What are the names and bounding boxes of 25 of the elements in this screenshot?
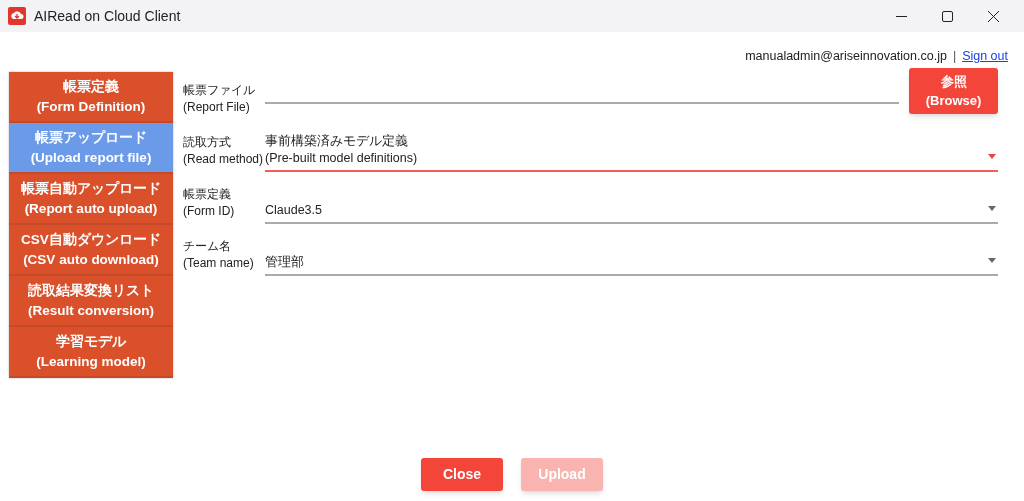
sidebar-item[interactable]: 帳票定義 (Form Definition): [9, 72, 173, 123]
window-title: AIRead on Cloud Client: [34, 6, 181, 26]
field-label: 帳票定義 (Form ID): [183, 186, 236, 220]
sidebar-item[interactable]: 学習モデル (Learning model): [9, 327, 173, 378]
field-label: チーム名 (Team name): [183, 238, 255, 272]
action-button[interactable]: Close: [421, 458, 503, 491]
sidebar-item[interactable]: 帳票アップロード (Upload report file): [9, 123, 173, 174]
caret-icon: [988, 154, 996, 159]
field-label: 読取方式 (Read method): [183, 134, 265, 168]
browse-button[interactable]: 参照 (Browse): [909, 68, 998, 114]
sidebar-item[interactable]: 読取結果変換リスト (Result conversion): [9, 276, 173, 327]
close-icon: [987, 10, 999, 22]
dropdown-field[interactable]: 管理部: [265, 234, 998, 276]
dropdown-field[interactable]: 事前構築済みモデル定義 (Pre-built model definitions): [265, 130, 998, 172]
separator: |: [952, 48, 957, 66]
sidebar-item[interactable]: 帳票自動アップロード (Report auto upload): [9, 174, 173, 225]
maximize-icon: [941, 10, 953, 22]
dropdown-field[interactable]: Claude3.5: [265, 182, 998, 224]
user-email: manualadmin@ariseinnovation.co.jp: [745, 48, 947, 66]
app-logo-icon: [8, 7, 26, 25]
caret-icon: [988, 206, 996, 211]
sidebar-item[interactable]: CSV自動ダウンロード (CSV auto download): [9, 225, 173, 276]
caret-icon: [988, 258, 996, 263]
field-label: 帳票ファイル (Report File): [183, 82, 256, 116]
sign-out-link[interactable]: Sign out: [962, 47, 1008, 66]
